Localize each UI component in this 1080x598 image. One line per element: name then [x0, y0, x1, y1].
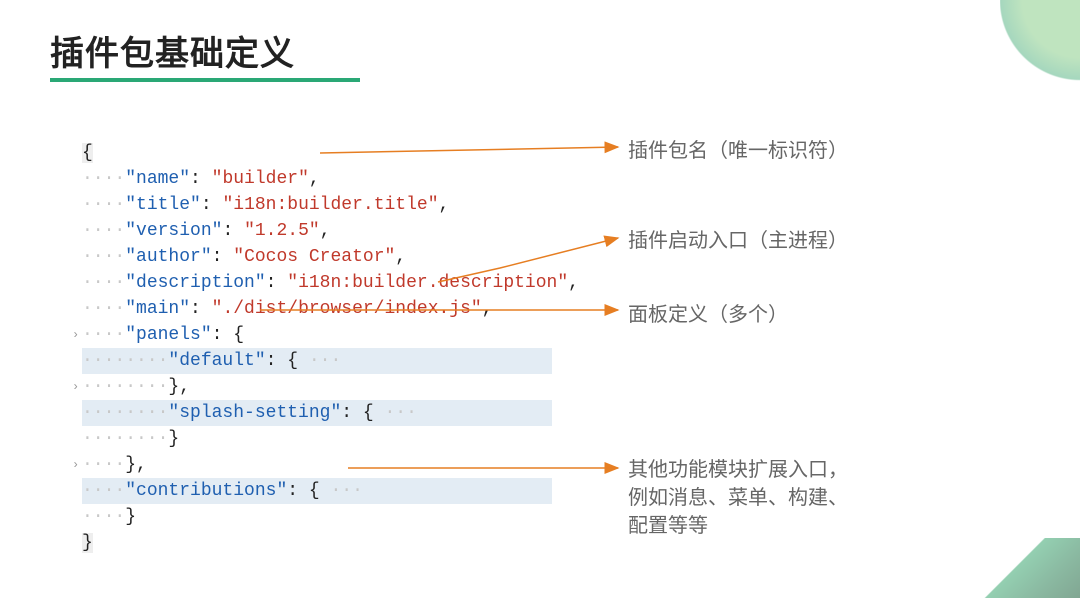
json-key-title: "title": [125, 195, 201, 215]
json-key-panels: "panels": [125, 325, 211, 345]
json-key-default: "default": [168, 351, 265, 371]
open-brace: {: [82, 143, 93, 163]
fold-marker-icon: ›: [72, 374, 79, 400]
folded-row-contributions: ····"contributions": { ···: [82, 478, 552, 504]
title-underline: [50, 78, 360, 82]
code-block: { ····"name": "builder", ····"title": "i…: [82, 114, 579, 556]
annotation-panels: 面板定义（多个）: [628, 298, 788, 327]
json-key-description: "description": [125, 273, 265, 293]
json-key-splash: "splash-setting": [168, 403, 341, 423]
json-val-author: "Cocos Creator": [233, 247, 395, 267]
json-key-main: "main": [125, 299, 190, 319]
folded-row-splash: ········"splash-setting": { ···: [82, 400, 552, 426]
folded-row-default: ········"default": { ···: [82, 348, 552, 374]
json-key-version: "version": [125, 221, 222, 241]
json-val-name: "builder": [212, 169, 309, 189]
json-key-author: "author": [125, 247, 211, 267]
json-val-main: "./dist/browser/index.js": [212, 299, 482, 319]
annotation-package-name: 插件包名（唯一标识符）: [628, 134, 848, 163]
json-key-name: "name": [125, 169, 190, 189]
fold-marker-icon: ›: [72, 322, 79, 348]
json-val-title: "i18n:builder.title": [222, 195, 438, 215]
decorative-corner-bottom: [980, 538, 1080, 598]
json-val-version: "1.2.5": [244, 221, 320, 241]
annotation-main-entry: 插件启动入口（主进程）: [628, 224, 848, 253]
decorative-corner-top: [1000, 0, 1080, 120]
json-val-description: "i18n:builder.description": [287, 273, 568, 293]
fold-marker-icon: ›: [72, 452, 79, 478]
json-key-contributions: "contributions": [125, 481, 287, 501]
close-brace: }: [82, 533, 93, 553]
slide-title: 插件包基础定义: [50, 26, 295, 75]
annotation-contributions: 其他功能模块扩展入口， 例如消息、菜单、构建、 配置等等: [628, 456, 848, 540]
